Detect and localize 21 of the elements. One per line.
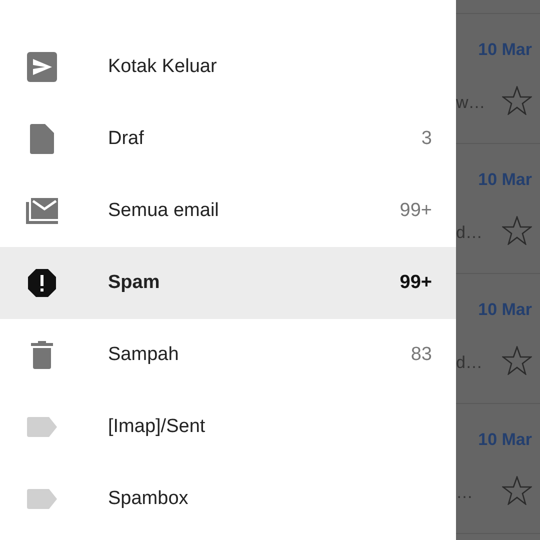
- item-count: 83: [410, 344, 432, 366]
- document-icon: [30, 124, 54, 154]
- trash-icon: [31, 341, 53, 369]
- drawer-item[interactable]: Spam 99+: [0, 247, 456, 319]
- star-icon[interactable]: [502, 476, 532, 505]
- email-date: 10 Mar: [478, 170, 532, 190]
- email-date: 10 Mar: [478, 300, 532, 320]
- star-icon[interactable]: [502, 86, 532, 115]
- email-snippet: …: [456, 483, 473, 504]
- label-icon: [27, 417, 57, 437]
- label-icon: [27, 489, 57, 509]
- email-date: 10 Mar: [478, 430, 532, 450]
- item-count: 3: [421, 128, 432, 150]
- mail-stack-icon: [26, 198, 58, 224]
- outbox-icon: [27, 52, 57, 82]
- email-date: 10 Mar: [478, 40, 532, 60]
- item-count: 99+: [400, 272, 432, 294]
- star-icon[interactable]: [502, 216, 532, 245]
- star-icon[interactable]: [502, 346, 532, 375]
- item-count: 99+: [400, 200, 432, 222]
- alert-octagon-icon: [27, 268, 57, 298]
